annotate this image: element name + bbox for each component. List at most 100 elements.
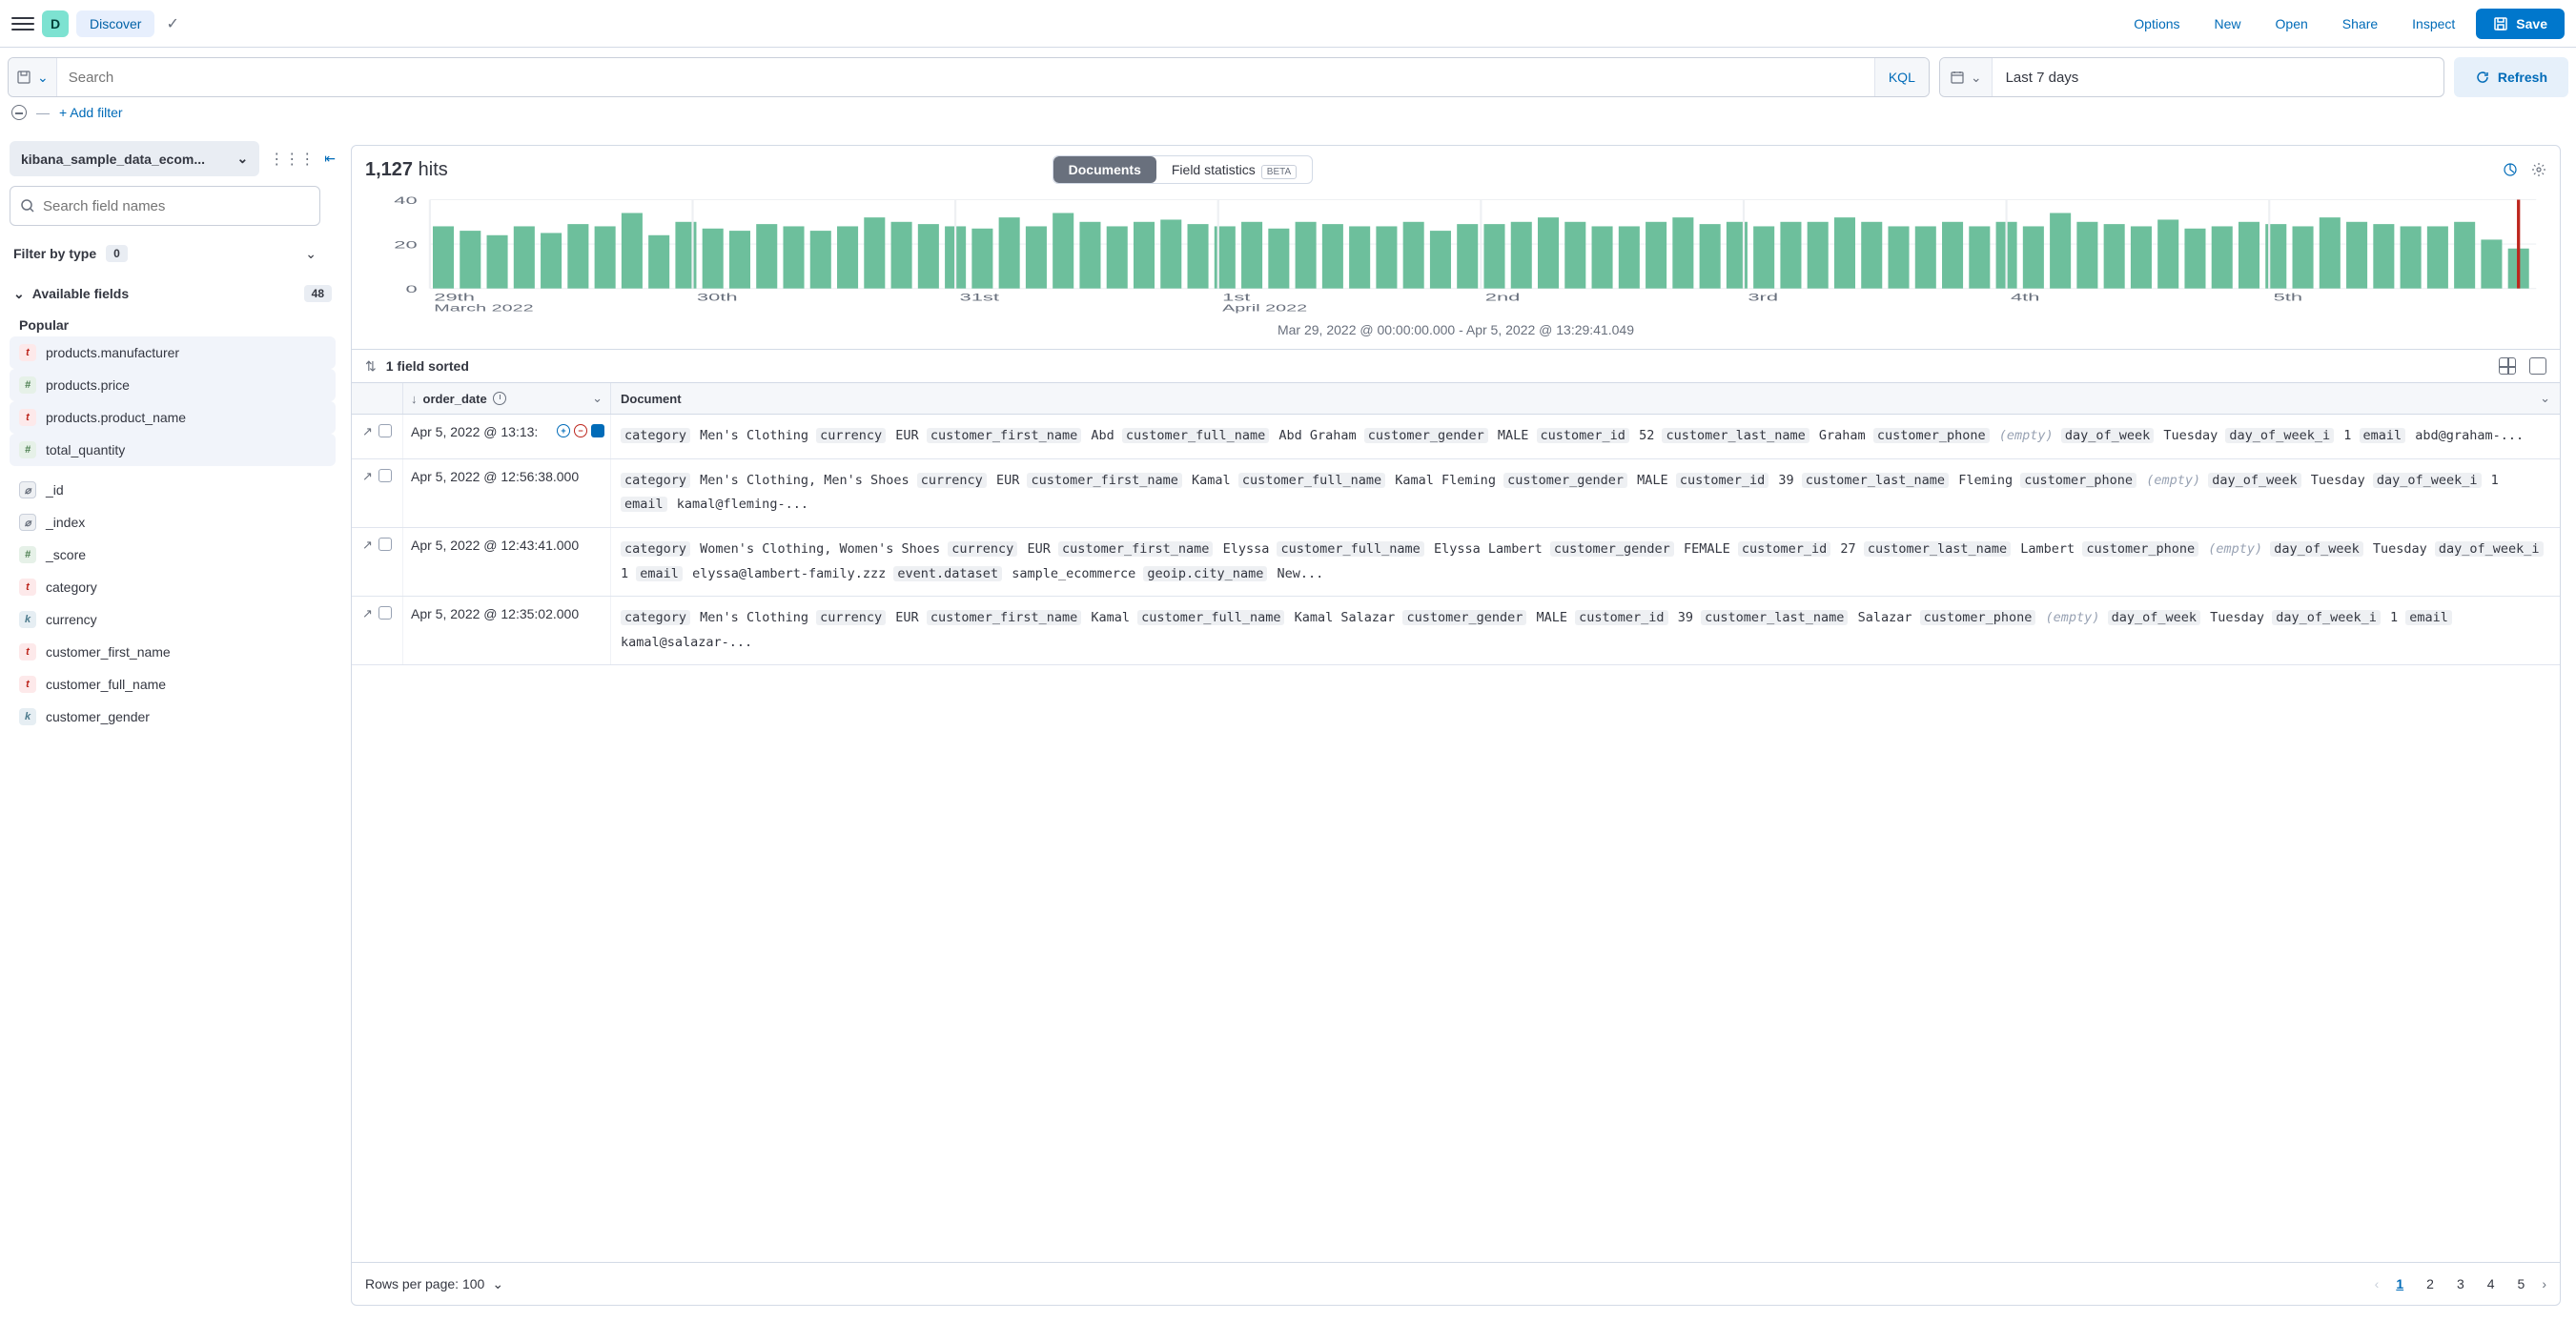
doc-field-key: email (621, 497, 667, 512)
cell-date: Apr 5, 2022 @ 12:56:38.000 (403, 459, 611, 527)
svg-text:4th: 4th (2011, 292, 2039, 304)
search-icon (20, 198, 35, 213)
expand-row-icon[interactable]: ↗ (362, 424, 373, 439)
column-order-date[interactable]: ↓ order_date ⌄ (403, 383, 611, 414)
histogram-chart[interactable]: 0204029thMarch 202230th31st1stApril 2022… (367, 193, 2545, 317)
top-link-open[interactable]: Open (2262, 16, 2321, 31)
row-checkbox[interactable] (378, 469, 392, 482)
hits-label: hits (419, 159, 448, 180)
doc-field-value: sample_ecommerce (1012, 566, 1135, 581)
search-input[interactable] (57, 70, 1874, 86)
field-name: customer_full_name (46, 677, 166, 692)
page-5[interactable]: 5 (2512, 1272, 2531, 1295)
field-search-box[interactable] (10, 186, 320, 226)
field-item[interactable]: t category (10, 571, 336, 603)
hamburger-menu-icon[interactable] (11, 12, 34, 35)
chart-options-icon[interactable] (2503, 162, 2518, 177)
row-checkbox[interactable] (378, 424, 392, 437)
row-checkbox[interactable] (378, 538, 392, 551)
field-item[interactable]: ⌀ _index (10, 506, 336, 539)
doc-field-value: Fleming (1958, 473, 2013, 488)
field-type-icon: k (19, 708, 36, 725)
doc-field-value: Tuesday (2373, 541, 2427, 557)
chevron-down-icon: ⌄ (305, 246, 317, 262)
doc-field-key: customer_phone (1873, 428, 1990, 443)
chevron-down-icon: ⌄ (1971, 70, 1982, 86)
next-page-button[interactable]: › (2542, 1276, 2546, 1291)
field-item[interactable]: t customer_first_name (10, 636, 336, 668)
top-link-new[interactable]: New (2201, 16, 2255, 31)
collapse-sidebar-icon[interactable]: ⇤ (324, 151, 336, 167)
datasource-selector[interactable]: kibana_sample_data_ecom... ⌄ (10, 141, 259, 176)
field-item[interactable]: t customer_full_name (10, 668, 336, 701)
field-item[interactable]: # _score (10, 539, 336, 571)
top-link-options[interactable]: Options (2120, 16, 2193, 31)
saved-query-menu[interactable]: ⌄ (9, 58, 57, 96)
doc-field-key: day_of_week_i (2272, 610, 2381, 625)
field-type-icon: # (19, 441, 36, 458)
field-item[interactable]: # total_quantity (10, 434, 336, 466)
doc-field-value: MALE (1637, 473, 1668, 488)
doc-field-value: Salazar (1858, 610, 1912, 625)
page-1[interactable]: 1 (2390, 1272, 2409, 1295)
field-name: customer_gender (46, 709, 150, 724)
field-item[interactable]: k currency (10, 603, 336, 636)
rows-per-page-select[interactable]: Rows per page: 100 ⌄ (365, 1276, 503, 1292)
date-picker[interactable]: ⌄ Last 7 days (1939, 57, 2444, 97)
expand-row-icon[interactable]: ↗ (362, 606, 373, 621)
doc-field-value: kamal@fleming-... (677, 497, 808, 512)
field-item[interactable]: t products.product_name (10, 401, 336, 434)
column-document[interactable]: Document ⌄ (611, 383, 2560, 414)
field-name: _id (46, 482, 64, 498)
doc-field-value: Kamal (1091, 610, 1130, 625)
doc-field-key: customer_phone (2020, 473, 2136, 488)
field-search-input[interactable] (43, 198, 310, 214)
filter-options-icon[interactable] (11, 105, 27, 120)
sort-icon[interactable]: ⇅ (365, 358, 377, 375)
doc-field-value: FEMALE (1684, 541, 1730, 557)
doc-field-key: customer_id (1575, 610, 1667, 625)
avatar[interactable]: D (42, 10, 69, 37)
toggle-column-icon[interactable] (591, 424, 604, 437)
tab-documents[interactable]: Documents (1053, 156, 1156, 183)
prev-page-button[interactable]: ‹ (2375, 1276, 2380, 1291)
save-button[interactable]: Save (2476, 9, 2565, 39)
kql-toggle[interactable]: KQL (1874, 58, 1929, 96)
add-filter-button[interactable]: + Add filter (59, 105, 123, 120)
chevron-down-icon[interactable]: ⌄ (2540, 391, 2550, 406)
doc-field-value: Kamal Salazar (1295, 610, 1396, 625)
page-4[interactable]: 4 (2482, 1272, 2501, 1295)
app-switcher-button[interactable]: Discover (76, 10, 154, 37)
doc-field-key: customer_id (1738, 541, 1830, 557)
field-item[interactable]: t products.manufacturer (10, 336, 336, 369)
available-fields-header[interactable]: ⌄ Available fields 48 (10, 279, 336, 308)
tab-field-statistics[interactable]: Field statisticsBETA (1156, 156, 1312, 183)
expand-row-icon[interactable]: ↗ (362, 538, 373, 553)
field-item[interactable]: k customer_gender (10, 701, 336, 733)
page-3[interactable]: 3 (2451, 1272, 2470, 1295)
page-2[interactable]: 2 (2421, 1272, 2440, 1295)
gear-icon[interactable] (2531, 162, 2546, 177)
more-options-icon[interactable]: ⋮⋮⋮ (269, 150, 315, 169)
chevron-down-icon: ⌄ (237, 151, 249, 167)
fullscreen-icon[interactable] (2529, 357, 2546, 375)
field-type-icon: t (19, 643, 36, 660)
field-item[interactable]: ⌀ _id (10, 474, 336, 506)
filter-by-type-toggle[interactable]: Filter by type 0 ⌄ (10, 239, 320, 268)
doc-field-key: currency (917, 473, 987, 488)
expand-row-icon[interactable]: ↗ (362, 469, 373, 484)
calendar-icon (1950, 70, 1965, 85)
top-link-share[interactable]: Share (2329, 16, 2391, 31)
filter-for-icon[interactable]: + (557, 424, 570, 437)
refresh-button[interactable]: Refresh (2454, 57, 2568, 97)
filter-out-icon[interactable]: − (574, 424, 587, 437)
svg-text:30th: 30th (697, 292, 738, 304)
field-item[interactable]: # products.price (10, 369, 336, 401)
chevron-down-icon[interactable]: ⌄ (592, 391, 603, 406)
top-link-inspect[interactable]: Inspect (2399, 16, 2468, 31)
hits-row: 1,127 hits Documents Field statisticsBET… (352, 146, 2560, 193)
row-checkbox[interactable] (378, 606, 392, 620)
columns-icon[interactable] (2499, 357, 2516, 375)
doc-field-value: Elyssa Lambert (1434, 541, 1543, 557)
field-type-icon: t (19, 344, 36, 361)
